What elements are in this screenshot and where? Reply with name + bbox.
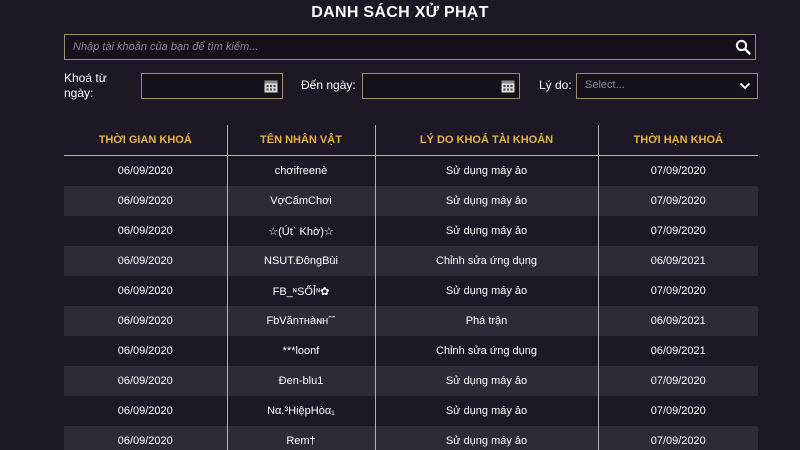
table-row: 06/09/2020 chơifreenè Sử dụng máy ảo 07/… xyxy=(64,155,758,186)
reason-label: Lý do: xyxy=(539,78,572,92)
lock-time-cell: 06/09/2020 xyxy=(64,246,227,276)
table-row: 06/09/2020 Nα.³HiệpHòα₁ Sử dụng máy ảo 0… xyxy=(64,396,758,426)
lock-expiry-cell: 07/09/2020 xyxy=(597,276,758,306)
character-name-cell: Đen-blu1 xyxy=(226,366,375,396)
lock-expiry-cell: 07/09/2020 xyxy=(597,426,758,450)
lock-reason-cell: Phá trận xyxy=(374,306,598,336)
lock-expiry-cell: 06/09/2021 xyxy=(597,306,758,336)
to-date-label: Đến ngày: xyxy=(301,78,356,92)
character-name-cell: chơifreenè xyxy=(226,155,375,186)
lock-time-cell: 06/09/2020 xyxy=(64,306,227,336)
from-date-field[interactable] xyxy=(141,73,283,99)
lock-expiry-cell: 07/09/2020 xyxy=(597,186,758,216)
penalty-table: THỜI GIAN KHOÁ TÊN NHÂN VẬT LÝ DO KHOÁ T… xyxy=(64,125,758,450)
search-icon[interactable] xyxy=(735,39,751,55)
reason-select-value: Select... xyxy=(585,79,625,91)
from-date-input[interactable] xyxy=(142,74,258,98)
column-header-character-name[interactable]: TÊN NHÂN VẬT xyxy=(226,125,375,156)
lock-time-cell: 06/09/2020 xyxy=(64,396,227,426)
search-box[interactable] xyxy=(64,34,756,60)
character-name-cell: VợCấmChơi xyxy=(226,186,375,216)
character-name-cell: Nα.³HiệpHòα₁ xyxy=(226,396,375,426)
table-row: 06/09/2020 FbVănᴛʜàɴʜˆˆ Phá trận 06/09/2… xyxy=(64,306,758,336)
lock-reason-cell: Sử dụng máy ảo xyxy=(374,186,598,216)
lock-reason-cell: Sử dụng máy ảo xyxy=(374,216,598,246)
penalty-list-page: DANH SÁCH XỬ PHẠT Khoá từ ngày: Đến ngày… xyxy=(0,0,800,450)
table-row: 06/09/2020 ***loonf Chỉnh sửa ứng dụng 0… xyxy=(64,336,758,366)
lock-expiry-cell: 07/09/2020 xyxy=(597,366,758,396)
from-date-label: Khoá từ ngày: xyxy=(64,71,107,100)
chevron-down-icon[interactable] xyxy=(739,82,751,90)
to-date-field[interactable] xyxy=(362,73,520,99)
lock-time-cell: 06/09/2020 xyxy=(64,216,227,246)
lock-time-cell: 06/09/2020 xyxy=(64,366,227,396)
calendar-icon[interactable] xyxy=(264,79,278,93)
table-row: 06/09/2020 Rem† Sử dụng máy ảo 07/09/202… xyxy=(64,426,758,450)
lock-expiry-cell: 07/09/2020 xyxy=(597,396,758,426)
column-header-lock-time[interactable]: THỜI GIAN KHOÁ xyxy=(64,125,227,156)
lock-expiry-cell: 06/09/2021 xyxy=(597,336,758,366)
lock-reason-cell: Sử dụng máy ảo xyxy=(374,276,598,306)
page-title: DANH SÁCH XỬ PHẠT xyxy=(311,4,489,21)
column-header-lock-reason[interactable]: LÝ DO KHOÁ TÀI KHOẢN xyxy=(374,125,598,156)
reason-select[interactable]: Select... xyxy=(576,73,758,99)
to-date-input[interactable] xyxy=(363,74,495,98)
character-name-cell: FB_ᶰSỐỈᶰ✿ xyxy=(226,276,375,306)
lock-expiry-cell: 06/09/2021 xyxy=(597,246,758,276)
table-row: 06/09/2020 FB_ᶰSỐỈᶰ✿ Sử dụng máy ảo 07/0… xyxy=(64,276,758,306)
lock-time-cell: 06/09/2020 xyxy=(64,336,227,366)
character-name-cell: FbVănᴛʜàɴʜˆˆ xyxy=(226,306,375,336)
column-header-lock-expiry[interactable]: THỜI HẠN KHOÁ xyxy=(597,125,758,156)
table-header-row: THỜI GIAN KHOÁ TÊN NHÂN VẬT LÝ DO KHOÁ T… xyxy=(64,125,758,156)
lock-time-cell: 06/09/2020 xyxy=(64,276,227,306)
character-name-cell: ☆(Út` Khờ)☆ xyxy=(226,216,375,246)
lock-reason-cell: Sử dụng máy ảo xyxy=(374,426,598,450)
lock-reason-cell: Sử dụng máy ảo xyxy=(374,366,598,396)
lock-reason-cell: Sử dụng máy ảo xyxy=(374,155,598,186)
lock-reason-cell: Sử dụng máy ảo xyxy=(374,396,598,426)
table-row: 06/09/2020 Đen-blu1 Sử dụng máy ảo 07/09… xyxy=(64,366,758,396)
lock-reason-cell: Chỉnh sửa ứng dụng xyxy=(374,336,598,366)
search-input[interactable] xyxy=(65,35,725,59)
calendar-icon[interactable] xyxy=(501,79,515,93)
lock-time-cell: 06/09/2020 xyxy=(64,155,227,186)
lock-reason-cell: Chỉnh sửa ứng dụng xyxy=(374,246,598,276)
table-row: 06/09/2020 NSUT.ĐôngBùi Chỉnh sửa ứng dụ… xyxy=(64,246,758,276)
lock-time-cell: 06/09/2020 xyxy=(64,186,227,216)
character-name-cell: NSUT.ĐôngBùi xyxy=(226,246,375,276)
lock-expiry-cell: 07/09/2020 xyxy=(597,155,758,186)
table-row: 06/09/2020 VợCấmChơi Sử dụng máy ảo 07/0… xyxy=(64,186,758,216)
table-row: 06/09/2020 ☆(Út` Khờ)☆ Sử dụng máy ảo 07… xyxy=(64,216,758,246)
lock-time-cell: 06/09/2020 xyxy=(64,426,227,450)
lock-expiry-cell: 07/09/2020 xyxy=(597,216,758,246)
character-name-cell: ***loonf xyxy=(226,336,375,366)
character-name-cell: Rem† xyxy=(226,426,375,450)
